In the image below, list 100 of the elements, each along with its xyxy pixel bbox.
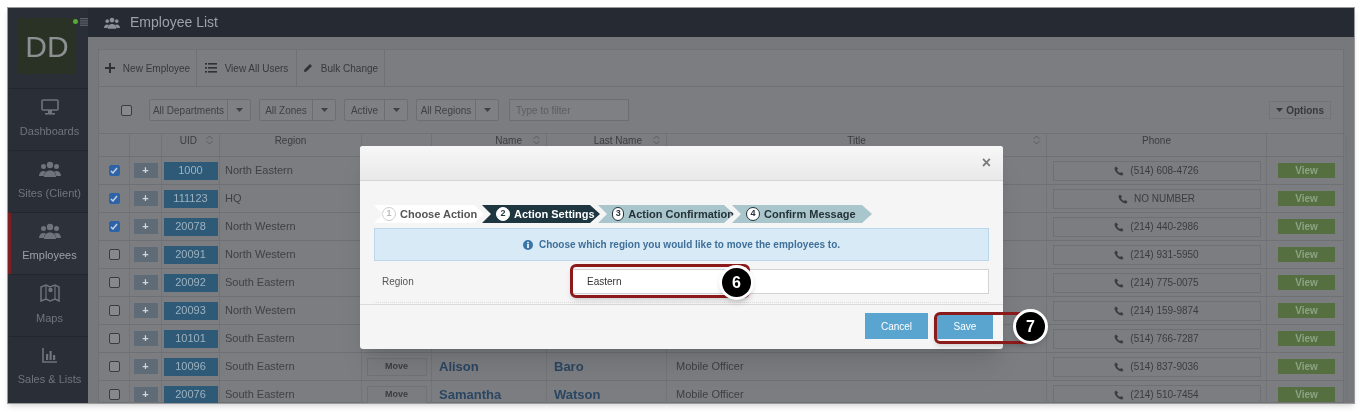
region-text: HQ [224,191,242,207]
uid-badge[interactable]: 20091 [163,245,218,264]
sidebar-item[interactable]: Employees [8,212,88,274]
checkbox[interactable] [121,104,132,116]
pencil-icon [302,63,313,73]
last-name[interactable]: Baro [547,356,584,377]
expand-button[interactable]: + [133,359,158,374]
checkbox[interactable] [108,249,120,260]
column-header[interactable]: UID [162,135,219,148]
caret-icon [235,108,243,112]
checkbox[interactable] [108,305,120,316]
expand-button[interactable]: + [133,331,158,346]
view-button[interactable]: View [1278,331,1335,346]
dropdown[interactable]: Active [344,99,408,121]
phone-number: (214) 159-9874 [1130,304,1199,318]
job-title: Mobile Officer [675,387,744,403]
expand-button[interactable]: + [133,247,158,262]
sort-icon [533,135,540,145]
first-name[interactable]: Samantha [432,384,502,403]
expand-button[interactable]: + [133,303,158,318]
checkbox[interactable] [108,277,120,288]
view-button[interactable]: View [1278,387,1335,402]
menu-icon[interactable] [80,18,88,26]
phone-icon [1114,361,1125,372]
expand-button[interactable]: + [133,219,158,234]
sidebar-label: Dashboards [19,124,80,140]
options-button[interactable]: Options [1269,101,1331,119]
checkbox[interactable] [108,361,120,372]
toolbar-button[interactable]: View All Users [197,50,297,86]
dropdown[interactable]: All Departments [149,99,251,121]
save-button[interactable]: Save [937,313,993,339]
phone-number: (214) 931-5950 [1130,248,1199,262]
view-button[interactable]: View [1278,191,1335,206]
phone-icon [1117,193,1128,204]
wizard-step: 4 Confirm Message [732,205,872,223]
expand-button[interactable]: + [133,275,158,290]
checkbox[interactable] [108,389,120,400]
page-title: Employee List [130,13,218,32]
view-button[interactable]: View [1278,163,1335,178]
job-title: Mobile Officer [675,359,744,375]
expand-button[interactable]: + [133,191,158,206]
region-text: North Western [224,303,296,319]
move-button[interactable]: Move [366,357,427,376]
toolbar-button[interactable]: Bulk Change [297,50,385,86]
sort-icon [206,135,213,145]
phone-number: (214) 775-0075 [1130,276,1199,290]
view-button[interactable]: View [1278,303,1335,318]
caret-icon [320,108,328,112]
sidebar-label: Sites (Client) [18,186,81,202]
checkbox[interactable] [108,165,120,176]
monitor-icon [40,99,59,116]
move-button[interactable]: Move [366,385,427,403]
phone-icon [1114,333,1125,344]
checkbox[interactable] [108,221,120,232]
field-label: Region [381,275,415,289]
uid-badge[interactable]: 20076 [163,385,218,403]
toolbar-button[interactable]: New Employee [99,50,197,86]
column-header[interactable]: Region [220,135,361,148]
cancel-button[interactable]: Cancel [865,313,928,339]
uid-badge[interactable]: 20092 [163,273,218,292]
close-button[interactable]: × [981,155,991,171]
uid-badge[interactable]: 20078 [163,217,218,236]
checkbox[interactable] [108,333,120,344]
caret-icon [392,108,400,112]
dropdown[interactable]: All Regions [416,99,499,121]
uid-badge[interactable]: 10101 [163,329,218,348]
view-button[interactable]: View [1278,219,1335,234]
phone-number: (514) 766-7287 [1130,332,1199,346]
last-name[interactable]: Watson [547,384,601,403]
dropdown[interactable]: All Zones [259,99,336,121]
uid-badge[interactable]: 111123 [163,189,218,208]
checkbox[interactable] [108,193,120,204]
bar-chart-icon [41,347,58,364]
view-button[interactable]: View [1278,247,1335,262]
view-button[interactable]: View [1278,359,1335,374]
phone-icon [1114,249,1125,260]
first-name[interactable]: Alison [432,356,479,377]
region-text: South Eastern [224,387,295,403]
plus-icon [104,63,115,73]
column-header[interactable]: Title [667,135,1046,148]
sidebar-label: Employees [22,248,77,264]
map-icon [39,284,60,303]
region-text: North Eastern [224,163,293,179]
people-icon [104,16,120,29]
uid-badge[interactable]: 20093 [163,301,218,320]
uid-badge[interactable]: 10096 [163,357,218,376]
wizard-step: 3 Action Confirmation [598,205,734,223]
expand-button[interactable]: + [133,387,158,402]
column-header[interactable]: Phone [1047,135,1266,148]
expand-button[interactable]: + [133,163,158,178]
column-header[interactable]: Name [432,135,546,148]
uid-badge[interactable]: 1000 [163,161,218,180]
phone-number: (214) 510-7454 [1130,388,1199,402]
column-header[interactable]: Last Name [547,135,666,148]
caret-icon [483,108,491,112]
sidebar-label: Sales & Lists [17,372,82,388]
wizard-step: 2 Action Settings [482,205,600,223]
view-button[interactable]: View [1278,275,1335,290]
wizard-step: 1 Choose Action [374,205,484,223]
people-icon [38,223,61,240]
